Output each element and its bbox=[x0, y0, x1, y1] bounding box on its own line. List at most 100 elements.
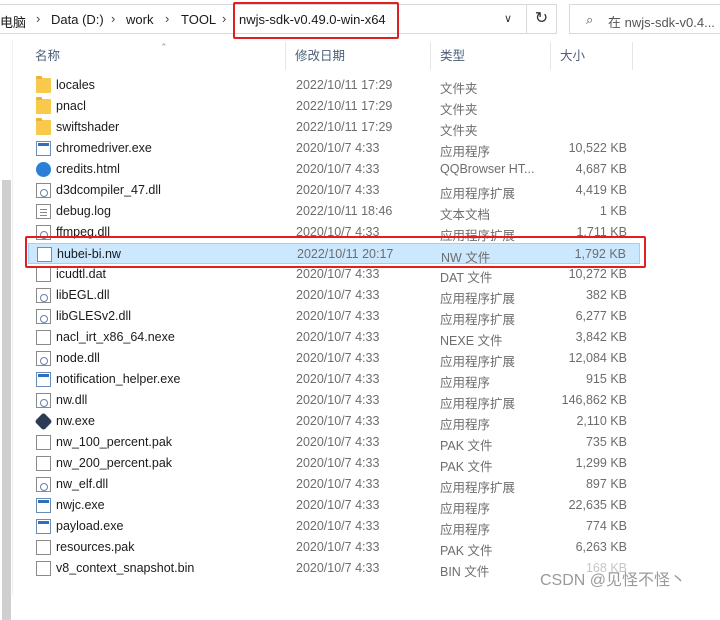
application-icon bbox=[36, 498, 51, 513]
column-header-row: 名称 修改日期 类型 大小 bbox=[28, 42, 720, 70]
column-header-type[interactable]: 类型 bbox=[433, 42, 551, 70]
file-date: 2020/10/7 4:33 bbox=[296, 435, 380, 449]
file-name: d3dcompiler_47.dll bbox=[56, 183, 161, 197]
file-name: libEGL.dll bbox=[56, 288, 110, 302]
file-size: 6,263 KB bbox=[575, 540, 627, 554]
file-date: 2020/10/7 4:33 bbox=[296, 477, 380, 491]
file-row[interactable]: d3dcompiler_47.dll 2020/10/7 4:33 应用程序扩展 4,… bbox=[28, 180, 640, 201]
application-icon bbox=[36, 519, 51, 534]
file-type: 应用程序扩展 bbox=[440, 313, 516, 327]
file-date: 2020/10/7 4:33 bbox=[296, 456, 380, 470]
file-date: 2020/10/7 4:33 bbox=[296, 183, 380, 197]
file-name: notification_helper.exe bbox=[56, 372, 181, 386]
file-size: 10,272 KB bbox=[568, 267, 627, 281]
file-date: 2020/10/7 4:33 bbox=[296, 309, 380, 323]
file-date: 2020/10/7 4:33 bbox=[296, 330, 380, 344]
search-box[interactable]: ⌕ 在 nwjs-sdk-v0.4... bbox=[569, 4, 720, 34]
file-date: 2020/10/7 4:33 bbox=[296, 519, 380, 533]
file-type: 应用程序扩展 bbox=[440, 397, 516, 411]
file-type: 文件夹 bbox=[440, 82, 478, 96]
breadcrumb-tool[interactable]: TOOL bbox=[181, 12, 216, 27]
file-row[interactable]: libGLESv2.dll 2020/10/7 4:33 应用程序扩展 6,277 K… bbox=[28, 306, 640, 327]
watermark: CSDN @见怪不怪丶 bbox=[540, 572, 687, 589]
file-size: 146,862 KB bbox=[561, 393, 627, 407]
chevron-right-icon[interactable]: › bbox=[165, 11, 169, 26]
file-name: nw_100_percent.pak bbox=[56, 435, 173, 449]
chevron-right-icon[interactable]: › bbox=[36, 11, 40, 26]
breadcrumb-pc[interactable]: 电脑 bbox=[0, 12, 26, 31]
column-header-size[interactable]: 大小 bbox=[553, 42, 633, 70]
browser-document-icon bbox=[36, 162, 51, 177]
navigation-pane[interactable] bbox=[0, 40, 13, 620]
file-row[interactable]: nwjc.exe 2020/10/7 4:33 应用程序 22,635 KB bbox=[28, 495, 640, 516]
file-row[interactable]: nacl_irt_x86_64.nexe 2020/10/7 4:33 NEXE 文… bbox=[28, 327, 640, 348]
file-type: 文件夹 bbox=[440, 103, 478, 117]
chevron-down-icon[interactable]: ∨ bbox=[504, 12, 512, 25]
file-size: 4,687 KB bbox=[575, 162, 627, 176]
column-header-date[interactable]: 修改日期 bbox=[288, 42, 431, 70]
column-header-name[interactable]: 名称 bbox=[28, 42, 286, 70]
file-size: 774 KB bbox=[585, 519, 627, 533]
file-type: 文件夹 bbox=[440, 124, 478, 138]
toolbar: 电脑 › Data (D:) › work › TOOL › nwjs-sdk-… bbox=[0, 0, 720, 40]
file-date: 2020/10/7 4:33 bbox=[296, 498, 380, 512]
file-type: DAT 文件 bbox=[440, 271, 493, 285]
file-name: node.dll bbox=[56, 351, 100, 365]
file-row[interactable]: nw_200_percent.pak 2020/10/7 4:33 PAK 文件 1,… bbox=[28, 453, 640, 474]
file-name: nw.exe bbox=[56, 414, 95, 428]
file-row[interactable]: pnacl 2022/10/11 17:29 文件夹 bbox=[28, 96, 640, 117]
highlight-box-address bbox=[233, 2, 399, 39]
text-file-icon bbox=[36, 204, 51, 219]
file-row[interactable]: nw.dll 2020/10/7 4:33 应用程序扩展 146,862 KB bbox=[28, 390, 640, 411]
file-row[interactable]: swiftshader 2022/10/11 17:29 文件夹 bbox=[28, 117, 640, 138]
file-date: 2022/10/11 17:29 bbox=[296, 78, 393, 92]
file-row[interactable]: nw.exe 2020/10/7 4:33 应用程序 2,110 KB bbox=[28, 411, 640, 432]
dll-file-icon bbox=[36, 477, 51, 492]
scrollbar-thumb[interactable] bbox=[2, 180, 11, 620]
file-icon bbox=[36, 456, 51, 471]
file-date: 2020/10/7 4:33 bbox=[296, 351, 380, 365]
application-icon bbox=[36, 141, 51, 156]
file-row[interactable]: nw_100_percent.pak 2020/10/7 4:33 PAK 文件 73… bbox=[28, 432, 640, 453]
file-size: 22,635 KB bbox=[568, 498, 627, 512]
file-size: 1 KB bbox=[599, 204, 627, 218]
file-row[interactable]: libEGL.dll 2020/10/7 4:33 应用程序扩展 382 KB bbox=[28, 285, 640, 306]
file-name: debug.log bbox=[56, 204, 111, 218]
file-row[interactable]: notification_helper.exe 2020/10/7 4:33 应用程… bbox=[28, 369, 640, 390]
refresh-button[interactable]: ↻ bbox=[527, 4, 557, 34]
file-row[interactable]: chromedriver.exe 2020/10/7 4:33 应用程序 10,522… bbox=[28, 138, 640, 159]
dll-file-icon bbox=[36, 183, 51, 198]
breadcrumb-work[interactable]: work bbox=[126, 12, 153, 27]
breadcrumb-drive[interactable]: Data (D:) bbox=[51, 12, 104, 27]
file-row[interactable]: debug.log 2022/10/11 18:46 文本文档 1 KB bbox=[28, 201, 640, 222]
search-input[interactable]: 在 nwjs-sdk-v0.4... bbox=[608, 12, 715, 31]
file-size: 12,084 KB bbox=[568, 351, 627, 365]
file-type: NEXE 文件 bbox=[440, 334, 503, 348]
file-row[interactable]: credits.html 2020/10/7 4:33 QQBrowser HT..… bbox=[28, 159, 640, 180]
file-icon bbox=[36, 330, 51, 345]
file-type: QQBrowser HT... bbox=[440, 162, 535, 176]
file-row[interactable]: nw_elf.dll 2020/10/7 4:33 应用程序扩展 897 KB bbox=[28, 474, 640, 495]
file-row[interactable]: locales 2022/10/11 17:29 文件夹 bbox=[28, 75, 640, 96]
file-date: 2020/10/7 4:33 bbox=[296, 393, 380, 407]
file-name: nw_elf.dll bbox=[56, 477, 109, 491]
file-icon bbox=[36, 435, 51, 450]
file-size: 6,277 KB bbox=[575, 309, 627, 323]
file-type: 应用程序扩展 bbox=[440, 187, 516, 201]
file-type: 应用程序 bbox=[440, 502, 491, 516]
file-row[interactable]: resources.pak 2020/10/7 4:33 PAK 文件 6,263 K… bbox=[28, 537, 640, 558]
file-size: 3,842 KB bbox=[575, 330, 627, 344]
nw-app-icon bbox=[34, 412, 53, 431]
file-size: 4,419 KB bbox=[575, 183, 627, 197]
file-row[interactable]: node.dll 2020/10/7 4:33 应用程序扩展 12,084 KB bbox=[28, 348, 640, 369]
file-row[interactable]: payload.exe 2020/10/7 4:33 应用程序 774 KB bbox=[28, 516, 640, 537]
folder-icon bbox=[36, 97, 51, 114]
file-type: 应用程序扩展 bbox=[440, 481, 516, 495]
dll-file-icon bbox=[36, 393, 51, 408]
file-date: 2020/10/7 4:33 bbox=[296, 288, 380, 302]
file-type: PAK 文件 bbox=[440, 544, 493, 558]
chevron-right-icon[interactable]: › bbox=[222, 11, 226, 26]
chevron-right-icon[interactable]: › bbox=[111, 11, 115, 26]
file-size: 897 KB bbox=[585, 477, 627, 491]
dll-file-icon bbox=[36, 309, 51, 324]
